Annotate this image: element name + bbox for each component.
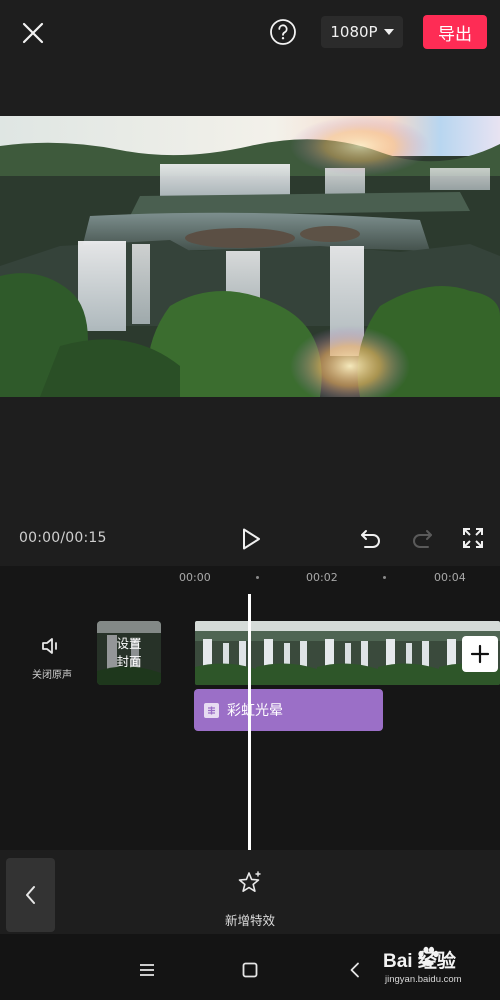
cover-label: 设置 封面 bbox=[97, 621, 161, 685]
redo-icon bbox=[413, 530, 432, 548]
bottom-toolbar: 新增特效 bbox=[0, 850, 500, 934]
nav-back-icon[interactable] bbox=[349, 962, 361, 978]
preview-area bbox=[0, 66, 500, 566]
help-button[interactable] bbox=[269, 18, 297, 46]
ruler-label: 00:00 bbox=[179, 571, 211, 584]
speaker-icon bbox=[42, 638, 57, 654]
set-cover-button[interactable]: 设置 封面 bbox=[97, 621, 161, 685]
effect-clip-name: 彩虹光晕 bbox=[227, 703, 283, 719]
home-icon[interactable] bbox=[242, 962, 258, 978]
effect-clip-icon bbox=[204, 702, 219, 718]
ruler-dot bbox=[256, 576, 259, 579]
mute-label: 关闭原声 bbox=[32, 670, 72, 681]
video-track[interactable] bbox=[195, 621, 500, 685]
caret-down-icon bbox=[383, 29, 394, 35]
play-button[interactable] bbox=[238, 526, 264, 552]
add-effect-button[interactable]: 新增特效 bbox=[210, 868, 290, 928]
timeline[interactable]: 00:00 00:02 00:04 关闭原声 设置 封面 彩虹光晕 bbox=[0, 566, 500, 850]
resolution-dropdown[interactable]: 1080P bbox=[321, 16, 403, 48]
star-sparkle-icon bbox=[238, 871, 261, 892]
watermark-site: jingyan.baidu.com bbox=[385, 974, 462, 985]
close-button[interactable] bbox=[18, 18, 48, 48]
video-preview[interactable] bbox=[0, 116, 500, 397]
playhead[interactable] bbox=[248, 594, 251, 850]
ruler-dot bbox=[383, 576, 386, 579]
export-button[interactable]: 导出 bbox=[423, 15, 487, 49]
play-icon bbox=[243, 528, 260, 550]
time-code: 00:00/00:15 bbox=[19, 530, 107, 546]
redo-button[interactable] bbox=[409, 526, 435, 552]
video-clip-thumbnails bbox=[195, 621, 500, 685]
resolution-value: 1080P bbox=[330, 23, 378, 41]
waterfall-video-frame bbox=[0, 116, 500, 397]
close-icon bbox=[22, 22, 44, 44]
fullscreen-button[interactable] bbox=[461, 526, 485, 550]
help-icon bbox=[270, 19, 296, 45]
fullscreen-icon bbox=[463, 528, 483, 548]
plus-icon bbox=[470, 644, 490, 664]
baidu-jingyan-watermark: Bai 经验 jingyan.baidu.com bbox=[383, 946, 497, 992]
add-clip-button[interactable] bbox=[462, 636, 498, 672]
cover-label-line2: 封面 bbox=[116, 654, 142, 669]
chevron-left-icon bbox=[25, 886, 35, 904]
mute-original-sound-button[interactable]: 关闭原声 bbox=[28, 634, 76, 686]
undo-button[interactable] bbox=[358, 526, 384, 552]
menu-icon[interactable] bbox=[139, 963, 155, 977]
undo-icon bbox=[361, 530, 380, 548]
back-button[interactable] bbox=[6, 858, 55, 932]
effect-clip[interactable]: 彩虹光晕 bbox=[194, 689, 383, 731]
cover-label-line1: 设置 bbox=[116, 636, 142, 651]
top-bar: 1080P 导出 bbox=[0, 0, 500, 66]
ruler-label: 00:02 bbox=[306, 571, 338, 584]
system-navigation-bar: Bai 经验 jingyan.baidu.com bbox=[0, 934, 500, 1000]
add-effect-label: 新增特效 bbox=[224, 913, 275, 928]
ruler-label: 00:04 bbox=[434, 571, 466, 584]
watermark-brand: Bai 经验 bbox=[383, 951, 456, 972]
